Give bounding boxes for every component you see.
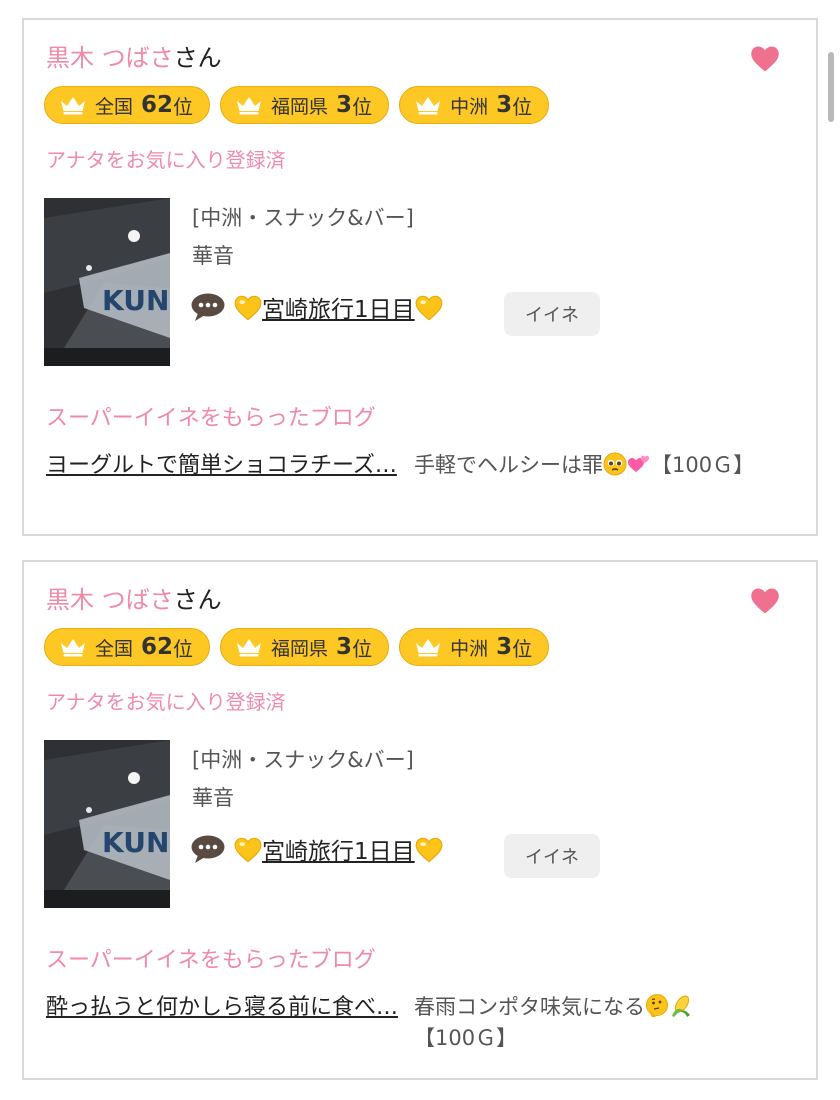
ranking-card: 黒木 つばささん 全国 62 位 福岡県 3位 中洲 3位 アナタをお気に入り登録…	[22, 18, 818, 536]
rank-badge-area: 中洲 3位	[399, 628, 550, 666]
badge-rank: 62	[141, 634, 174, 660]
badge-region: 中洲	[450, 95, 489, 118]
badge-rank: 62	[141, 92, 174, 118]
rank-badge-national: 全国 62 位	[44, 628, 211, 666]
badge-region: 福岡県	[271, 95, 329, 118]
badge-region: 中洲	[450, 637, 489, 660]
yellow-heart-icon	[415, 295, 443, 321]
name-suffix: さん	[173, 586, 222, 614]
iine-button[interactable]: イイネ	[504, 292, 600, 336]
badge-unit: 位	[352, 94, 373, 119]
super-iine-label: スーパーイイネをもらったブログ	[46, 948, 376, 973]
badge-unit: 位	[173, 94, 194, 119]
user-name-row: 黒木 つばささん	[46, 584, 222, 616]
yellow-heart-icon	[234, 837, 262, 863]
badge-region: 福岡県	[271, 637, 329, 660]
badge-region: 全国	[95, 637, 134, 660]
badge-rank: 3	[496, 634, 513, 660]
badge-rank: 3	[496, 92, 513, 118]
favorite-status: アナタをお気に入り登録済	[46, 148, 286, 172]
crown-icon	[59, 637, 87, 657]
badge-unit: 位	[512, 636, 533, 661]
name-suffix: さん	[173, 44, 222, 72]
rank-badge-prefecture: 福岡県 3位	[220, 628, 390, 666]
latest-blog-link[interactable]: 宮崎旅行1日目	[234, 290, 443, 324]
profile-photo[interactable]: KUN	[44, 740, 170, 908]
rank-badges: 全国 62 位 福岡県 3位 中洲 3位	[44, 86, 550, 124]
thinking-face-icon	[645, 994, 669, 1018]
crown-icon	[414, 637, 442, 657]
crown-icon	[235, 95, 263, 115]
svg-text:KUN: KUN	[102, 826, 169, 859]
heart-icon[interactable]	[750, 586, 780, 616]
shop-name[interactable]: 華音	[192, 782, 234, 812]
yellow-heart-icon	[415, 837, 443, 863]
yellow-heart-icon	[234, 295, 262, 321]
badge-unit: 位	[512, 94, 533, 119]
super-iine-blog-link[interactable]: 酔っ払うと何かしら寝る前に食べ…	[46, 992, 398, 1023]
two-hearts-icon	[627, 452, 651, 476]
favorite-status: アナタをお気に入り登録済	[46, 690, 286, 714]
crown-icon	[235, 637, 263, 657]
latest-blog-title: 宮崎旅行1日目	[262, 297, 415, 323]
rank-badge-prefecture: 福岡県 3位	[220, 86, 390, 124]
rank-badges: 全国 62 位 福岡県 3位 中洲 3位	[44, 628, 550, 666]
shop-name[interactable]: 華音	[192, 240, 234, 270]
shop-category: [中洲・スナック&バー]	[192, 206, 414, 230]
tunnel-photo-image: KUN	[44, 740, 170, 908]
super-iine-label: スーパーイイネをもらったブログ	[46, 406, 376, 431]
iine-button[interactable]: イイネ	[504, 834, 600, 878]
crown-icon	[414, 95, 442, 115]
badge-unit: 位	[352, 636, 373, 661]
super-iine-blog-link[interactable]: ヨーグルトで簡単ショコラチーズ…	[46, 450, 398, 481]
speech-bubble-icon	[190, 834, 226, 864]
badge-region: 全国	[95, 95, 134, 118]
user-name[interactable]: 黒木 つばさ	[46, 44, 174, 72]
user-name[interactable]: 黒木 つばさ	[46, 586, 174, 614]
speech-bubble-icon	[190, 292, 226, 322]
crown-icon	[59, 95, 87, 115]
heart-icon[interactable]	[750, 44, 780, 74]
super-iine-blog-description: 手軽でヘルシーは罪 【100Ｇ】	[414, 450, 794, 481]
latest-blog-link[interactable]: 宮崎旅行1日目	[234, 832, 443, 866]
latest-blog-row: 宮崎旅行1日目	[190, 832, 443, 866]
svg-text:KUN: KUN	[102, 284, 169, 317]
corn-icon	[669, 994, 693, 1018]
latest-blog-row: 宮崎旅行1日目	[190, 290, 443, 324]
super-iine-desc-text: 手軽でヘルシーは罪	[414, 453, 603, 477]
pleading-face-icon	[603, 452, 627, 476]
badge-rank: 3	[336, 634, 353, 660]
badge-unit: 位	[173, 636, 194, 661]
profile-photo[interactable]: KUN	[44, 198, 170, 366]
rank-badge-area: 中洲 3位	[399, 86, 550, 124]
shop-category: [中洲・スナック&バー]	[192, 748, 414, 772]
tunnel-photo-image: KUN	[44, 198, 170, 366]
ranking-card: 黒木 つばささん 全国 62 位 福岡県 3位 中洲 3位 アナタをお気に入り登録…	[22, 560, 818, 1080]
badge-rank: 3	[336, 92, 353, 118]
super-iine-points: 【100Ｇ】	[414, 1026, 518, 1050]
rank-badge-national: 全国 62 位	[44, 86, 211, 124]
user-name-row: 黒木 つばささん	[46, 42, 222, 74]
super-iine-desc-text: 春雨コンポタ味気になる	[414, 995, 645, 1019]
scrollbar-thumb[interactable]	[828, 52, 834, 122]
latest-blog-title: 宮崎旅行1日目	[262, 839, 415, 865]
super-iine-points: 【100Ｇ】	[651, 453, 755, 477]
super-iine-blog-description: 春雨コンポタ味気になる 【100Ｇ】	[414, 992, 794, 1054]
